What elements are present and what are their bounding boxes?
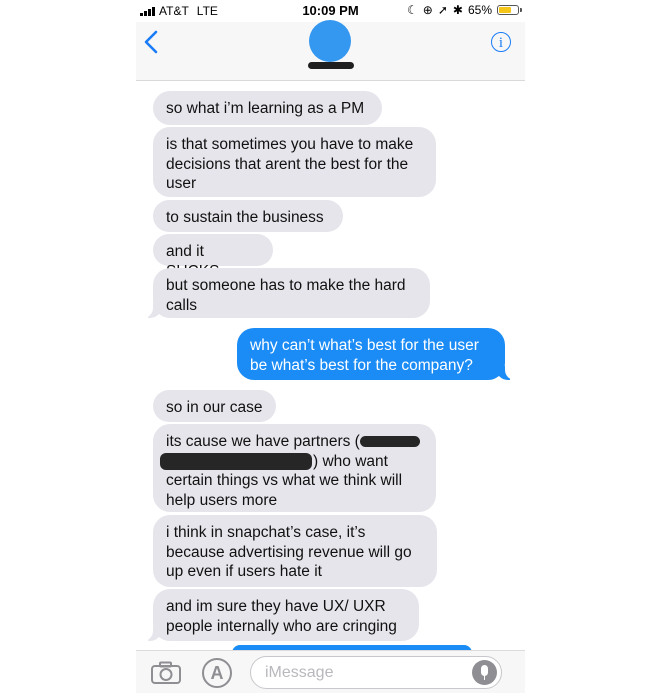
microphone-icon[interactable] (472, 660, 497, 685)
message-text: is that sometimes you have to make decis… (166, 136, 414, 192)
bluetooth-icon: ✱ (452, 3, 463, 17)
phone-screen: AT&T LTE 10:09 PM ☾ ⊕ ➚ ✱ 65% i so what … (136, 0, 525, 693)
message-text: so what i’m learning as a PM (166, 100, 365, 117)
lock-rotation-icon: ⊕ (422, 3, 433, 17)
location-icon: ➚ (437, 3, 448, 17)
battery-fill (499, 7, 511, 13)
message-text: i think in snapchat’s case, it’s because… (166, 524, 412, 580)
chevron-left-icon[interactable] (144, 30, 166, 56)
message-text: its cause we have partners ( (166, 433, 360, 450)
message-bubble: i think in snapchat’s case, it’s because… (153, 515, 437, 587)
message-bubble: to sustain the business (153, 200, 343, 232)
camera-graphic (151, 661, 181, 684)
back-chevron-graphic (144, 30, 158, 54)
contact-avatar[interactable] (309, 20, 351, 62)
message-bubble: so what i’m learning as a PM (153, 91, 382, 125)
battery-percent: 65% (467, 3, 492, 17)
message-bubble: is that sometimes you have to make decis… (153, 127, 436, 197)
message-text: to sustain the business (166, 209, 324, 226)
sent-message-bubble: why can’t what’s best for the user be wh… (237, 328, 515, 380)
message-text: why can’t what’s best for the user be wh… (250, 337, 479, 374)
message-thread[interactable]: so what i’m learning as a PM is that som… (136, 81, 525, 646)
battery-icon (497, 5, 522, 15)
compose-bar: A iMessage (136, 650, 525, 693)
moon-icon: ☾ (407, 3, 418, 17)
contact-name-redacted (308, 62, 354, 69)
message-bubble: but someone has to make the hard calls (143, 268, 430, 318)
message-text: so in our case (166, 399, 263, 416)
redacted-partner-name (359, 436, 420, 448)
message-bubble: and im sure they have UX/ UXR people int… (143, 589, 419, 641)
message-bubble: so in our case (153, 390, 276, 422)
info-icon[interactable]: i (491, 32, 511, 52)
redacted-partner-name (160, 452, 312, 470)
message-bubble: and it SUCKS (153, 234, 273, 280)
message-bubble: its cause we have partners ( ) who want … (153, 424, 436, 512)
message-text: but someone has to make the hard calls (166, 277, 406, 314)
app-store-icon[interactable]: A (202, 658, 232, 688)
conversation-header: i (136, 20, 525, 81)
imessage-input[interactable]: iMessage (250, 656, 502, 689)
message-text: and im sure they have UX/ UXR people int… (166, 598, 397, 635)
input-placeholder: iMessage (265, 664, 334, 681)
status-bar: AT&T LTE 10:09 PM ☾ ⊕ ➚ ✱ 65% (136, 0, 525, 22)
camera-icon[interactable] (150, 661, 182, 685)
